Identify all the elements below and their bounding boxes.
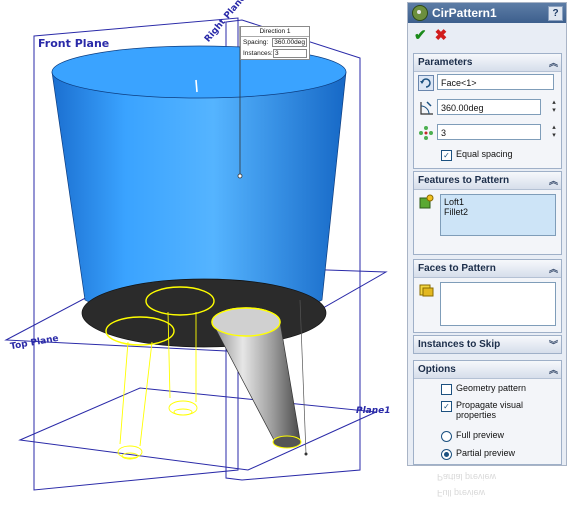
collapse-chevron-icon[interactable]: ︽ <box>549 174 558 187</box>
front-plane-label[interactable]: Front Plane <box>38 37 109 50</box>
parameters-header[interactable]: Parameters ︽ <box>414 54 561 72</box>
parameters-title: Parameters <box>418 57 473 68</box>
radio-unselected-icon[interactable] <box>441 431 452 442</box>
checkbox-checked-icon[interactable]: ✓ <box>441 401 452 412</box>
help-button[interactable]: ? <box>548 5 563 21</box>
ok-button[interactable]: ✔ <box>414 26 427 44</box>
plane1-label[interactable]: Plane1 <box>356 406 391 416</box>
panel-title: CirPattern1 <box>432 6 497 20</box>
checkbox-unchecked-icon[interactable] <box>441 384 452 395</box>
instances-field[interactable]: 3 <box>437 124 541 140</box>
panel-reflection: Full preview Partial preview <box>407 466 565 506</box>
collapse-chevron-icon[interactable]: ︽ <box>549 363 558 376</box>
features-header[interactable]: Features to Pattern ︽ <box>414 172 561 190</box>
callout-title: Direction 1 <box>241 27 309 37</box>
faces-section: Faces to Pattern ︽ <box>413 259 562 333</box>
partial-preview-label: Partial preview <box>456 448 516 458</box>
angle-field[interactable]: 360.00deg <box>437 99 541 115</box>
full-preview-radio[interactable]: Full preview <box>441 430 504 442</box>
faces-header[interactable]: Faces to Pattern ︽ <box>414 260 561 278</box>
list-item[interactable]: Loft1 <box>444 197 552 207</box>
collapse-chevron-icon[interactable]: ︽ <box>549 56 558 69</box>
property-manager: CirPattern1 ? ✔ ✖ Parameters ︽ Face<1> 3… <box>404 0 568 506</box>
propagate-visual-label: Propagate visual properties <box>456 400 523 420</box>
features-section: Features to Pattern ︽ Loft1 Fillet2 <box>413 171 562 255</box>
graphics-viewport[interactable]: Front Plane Right Plane Top Plane Plane1… <box>0 0 404 506</box>
callout-spacing-label: Spacing: <box>243 39 269 46</box>
reflection-text: Partial preview <box>437 472 497 482</box>
geometry-pattern-label: Geometry pattern <box>456 383 527 393</box>
radio-selected-icon[interactable] <box>441 449 452 460</box>
options-title: Options <box>418 364 456 375</box>
full-preview-label: Full preview <box>456 430 505 440</box>
angle-spinner-icon[interactable]: ▴ ▾ <box>550 99 558 115</box>
plane1-outline[interactable] <box>18 387 378 471</box>
equal-spacing-checkbox[interactable]: ✓ Equal spacing <box>441 149 513 161</box>
propagate-line-1: Propagate visual <box>456 400 524 410</box>
expand-chevron-icon[interactable]: ︾ <box>549 338 558 351</box>
list-item[interactable]: Fillet2 <box>444 207 552 217</box>
cone-top[interactable] <box>211 307 281 337</box>
parameters-section: Parameters ︽ Face<1> 360.00deg ▴ ▾ 3 ▴ ▾… <box>413 53 562 169</box>
feature-select-icon <box>419 194 434 209</box>
circular-pattern-icon <box>412 5 428 21</box>
skip-title: Instances to Skip <box>418 339 501 350</box>
callout-instances-value[interactable]: 3 <box>273 49 307 58</box>
cancel-button[interactable]: ✖ <box>435 26 448 44</box>
instances-spinner-icon[interactable]: ▴ ▾ <box>550 124 558 140</box>
direction-callout[interactable]: Direction 1 Spacing: 360.00deg Instances… <box>240 26 310 60</box>
options-section: Options ︽ Geometry pattern ✓ Propagate v… <box>413 360 562 465</box>
propagate-line-2: properties <box>456 410 497 420</box>
features-list[interactable]: Loft1 Fillet2 <box>440 194 556 236</box>
instances-icon <box>419 126 433 140</box>
skip-header[interactable]: Instances to Skip ︾ <box>414 336 561 353</box>
geometry-pattern-checkbox[interactable]: Geometry pattern <box>441 383 526 395</box>
propagate-visual-checkbox[interactable]: ✓ Propagate visual properties <box>441 400 523 420</box>
partial-preview-radio[interactable]: Partial preview <box>441 448 515 460</box>
checkbox-checked-icon[interactable]: ✓ <box>441 150 452 161</box>
panel-titlebar: CirPattern1 ? <box>408 3 566 23</box>
face-select-icon <box>419 284 434 297</box>
reflection-text: Full preview <box>437 488 486 498</box>
options-header[interactable]: Options ︽ <box>414 361 561 379</box>
callout-instances-label: Instances: <box>243 50 273 57</box>
collapse-chevron-icon[interactable]: ︽ <box>549 262 558 275</box>
cone-tip[interactable] <box>272 435 302 449</box>
callout-spacing-value[interactable]: 360.00deg <box>272 38 307 47</box>
model-scene[interactable] <box>0 0 404 506</box>
cup-bottom-face[interactable] <box>81 278 327 348</box>
faces-title: Faces to Pattern <box>418 263 496 274</box>
axis-rotate-icon <box>418 75 434 91</box>
angle-icon <box>420 101 433 115</box>
faces-list[interactable] <box>440 282 556 326</box>
equal-spacing-label: Equal spacing <box>456 149 513 159</box>
features-title: Features to Pattern <box>418 175 510 186</box>
skip-section: Instances to Skip ︾ <box>413 335 562 354</box>
axis-field[interactable]: Face<1> <box>437 74 554 90</box>
